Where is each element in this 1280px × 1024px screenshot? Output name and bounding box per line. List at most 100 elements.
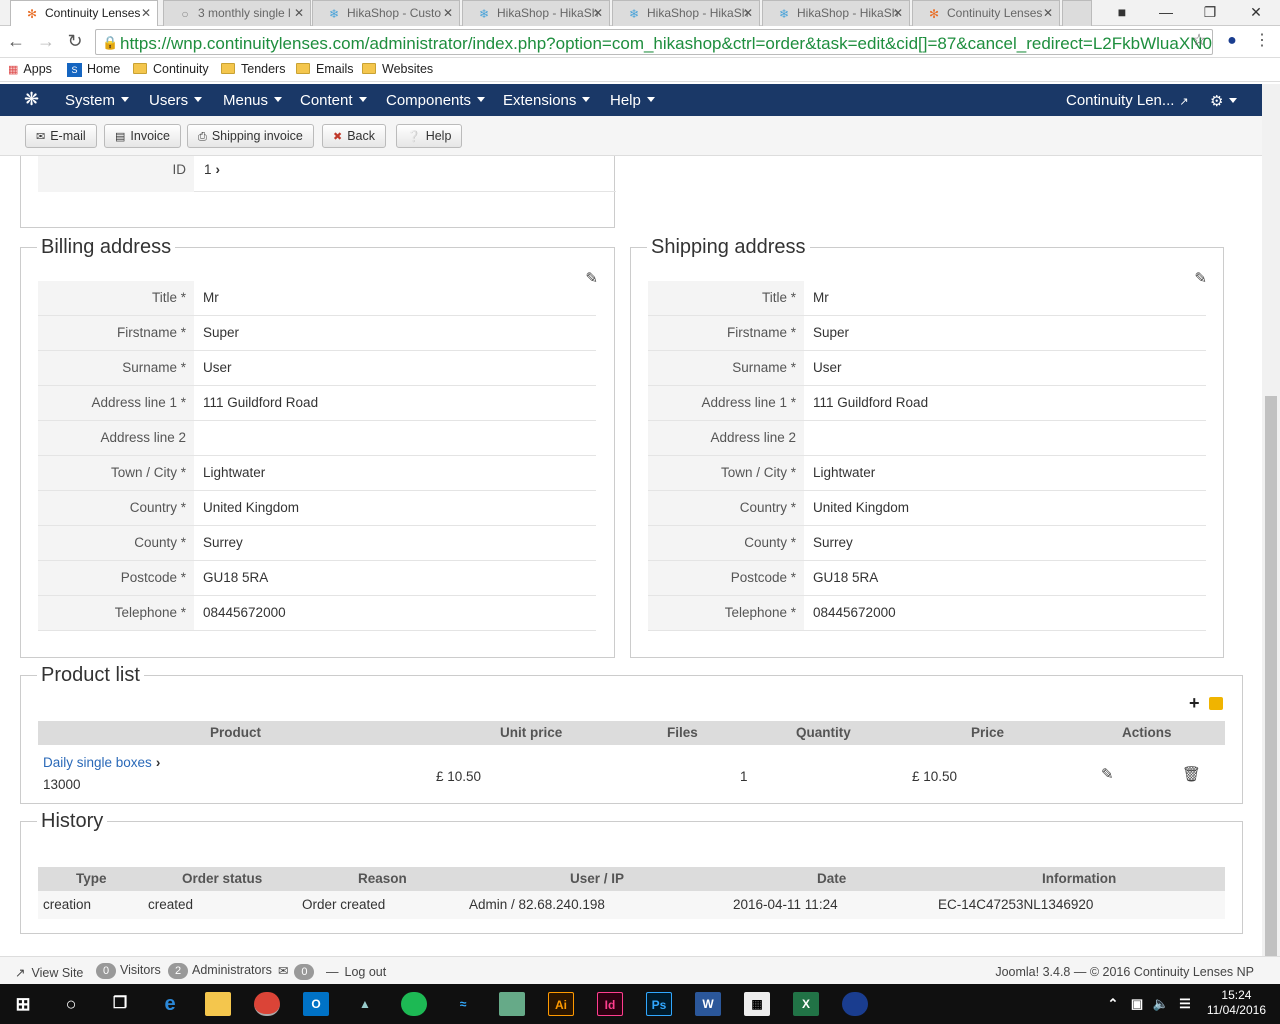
menu-users[interactable]: Users [149, 92, 203, 109]
field-value: 111 Guildford Road [813, 395, 929, 410]
back-arrow-icon[interactable]: ← [6, 31, 26, 51]
menu-components[interactable]: Components [386, 92, 486, 109]
search-circle-icon[interactable]: ○ [58, 992, 84, 1016]
bookmark-apps[interactable]: ▦ Apps [8, 62, 52, 76]
volume-icon[interactable]: 🔈 [1148, 992, 1174, 1016]
chrome-icon[interactable] [254, 992, 280, 1016]
star-icon[interactable]: ☆ [1189, 31, 1209, 51]
browser-tab[interactable]: ✻ Continuity Lenses ✕ [912, 0, 1060, 26]
bookmark-home[interactable]: S Home [67, 62, 120, 77]
site-name: Continuity Len... [1066, 92, 1175, 109]
windows-start-icon[interactable]: ⊞ [10, 992, 36, 1016]
bookmark-emails[interactable]: Emails [296, 62, 354, 76]
user-icon[interactable]: ■ [1100, 0, 1144, 26]
spotify-icon[interactable] [401, 992, 427, 1016]
reload-icon[interactable]: ↻ [65, 31, 85, 51]
media-app-icon[interactable] [842, 992, 868, 1016]
id-value-wrap[interactable]: 1 › [204, 162, 220, 177]
back-button[interactable]: ✖ Back [322, 124, 387, 148]
tab-title: 3 monthly single l [198, 6, 291, 20]
close-tab-icon[interactable]: ✕ [294, 6, 304, 20]
extension-icon[interactable]: ● [1222, 31, 1242, 51]
minimize-icon[interactable]: — [1144, 0, 1188, 26]
help-button[interactable]: ❔ Help [396, 124, 463, 148]
add-product-icon[interactable]: + [1189, 693, 1200, 714]
close-tab-icon[interactable]: ✕ [141, 6, 151, 20]
system-clock[interactable]: 15:24 11/04/2016 [1207, 988, 1266, 1018]
menu-menus[interactable]: Menus [223, 92, 283, 109]
url-input[interactable]: 🔒 https://wnp.continuitylenses.com/admin… [95, 29, 1213, 55]
browser-tab[interactable]: ❄ HikaShop - HikaSh ✕ [612, 0, 760, 26]
joomla-logo-icon[interactable]: ❋ [24, 89, 39, 110]
trash-icon[interactable]: 🗑 [1182, 765, 1201, 783]
minus-icon: — [326, 965, 339, 979]
bookmark-continuity[interactable]: Continuity [133, 62, 209, 76]
menu-icon[interactable]: ⋮ [1252, 31, 1272, 51]
caret-down-icon [121, 97, 130, 102]
view-site-link[interactable]: ↗ View Site [15, 965, 83, 980]
generic-app-icon[interactable]: ▲ [352, 992, 378, 1016]
menu-extensions[interactable]: Extensions [503, 92, 591, 109]
browser-tab[interactable]: ❄ HikaShop - HikaSh ✕ [462, 0, 610, 26]
excel-icon[interactable]: X [793, 992, 819, 1016]
outlook-icon[interactable]: O [303, 992, 329, 1016]
browser-tab[interactable]: ❄ HikaShop - Custo ✕ [312, 0, 460, 26]
product-name-link[interactable]: Daily single boxes [43, 755, 152, 770]
edge-icon[interactable]: e [157, 992, 183, 1016]
project-icon[interactable] [499, 992, 525, 1016]
restore-icon[interactable]: ❐ [1188, 0, 1232, 26]
menu-content[interactable]: Content [300, 92, 367, 109]
col-type: Type [76, 871, 107, 886]
close-tab-icon[interactable]: ✕ [893, 6, 903, 20]
history-fieldset: History Type Order status Reason User / … [20, 810, 1243, 934]
shipping-address-fieldset: Shipping address ✎ Title * Mr Firstname * S… [630, 236, 1224, 658]
menu-help[interactable]: Help [610, 92, 655, 109]
indesign-icon[interactable]: Id [597, 992, 623, 1016]
product-link-wrap[interactable]: Daily single boxes › [43, 755, 160, 770]
email-button[interactable]: ✉ E-mail [25, 124, 97, 148]
settings-dropdown[interactable]: ⚙ [1210, 92, 1238, 110]
bookmark-websites[interactable]: Websites [362, 62, 433, 76]
messages-indicator[interactable]: ✉ 0 [278, 963, 318, 980]
printer-icon: ⎙ [198, 131, 207, 143]
shipping-invoice-button[interactable]: ⎙ Shipping invoice [187, 124, 314, 148]
site-link[interactable]: Continuity Len... ↗ [1066, 92, 1189, 109]
tab-title: HikaShop - HikaSh [797, 6, 899, 20]
order-edit-content: ID 1 › Billing address ✎ Title * Mr Firstna… [0, 156, 1262, 956]
close-tab-icon[interactable]: ✕ [443, 6, 453, 20]
close-tab-icon[interactable]: ✕ [743, 6, 753, 20]
invoice-button[interactable]: ▤ Invoice [104, 124, 182, 148]
chevron-up-icon[interactable]: ⌃ [1100, 992, 1126, 1016]
tab-title: HikaShop - HikaSh [497, 6, 599, 20]
task-view-icon[interactable]: ❐ [107, 992, 133, 1016]
browser-tab[interactable]: ○ 3 monthly single l ✕ [163, 0, 311, 26]
admins-label: Administrators [192, 963, 272, 977]
close-tab-icon[interactable]: ✕ [593, 6, 603, 20]
field-label: Surname * [648, 351, 804, 385]
field-value: Lightwater [203, 465, 266, 480]
caret-down-icon [358, 97, 367, 102]
network-icon[interactable]: ▣ [1124, 992, 1150, 1016]
page-scrollbar[interactable] [1262, 84, 1280, 966]
new-tab-button[interactable] [1062, 0, 1092, 26]
browser-tab[interactable]: ❄ HikaShop - HikaSh ✕ [762, 0, 910, 26]
notification-icon[interactable]: ☰ [1172, 992, 1198, 1016]
browser-tab[interactable]: ✻ Continuity Lenses ✕ [10, 0, 158, 26]
unit-price-cell: £ 10.50 [436, 769, 482, 784]
word-icon[interactable]: W [695, 992, 721, 1016]
calculator-icon[interactable]: ▦ [744, 992, 770, 1016]
bookmark-tenders[interactable]: Tenders [221, 62, 285, 76]
close-window-icon[interactable]: ✕ [1234, 0, 1278, 26]
wifi-app-icon[interactable]: ≈ [450, 992, 476, 1016]
scrollbar-thumb[interactable] [1265, 396, 1277, 966]
product-browser-icon[interactable] [1209, 697, 1223, 710]
forward-arrow-icon[interactable]: → [36, 31, 56, 51]
file-explorer-icon[interactable] [205, 992, 231, 1016]
field-value: Mr [203, 290, 219, 305]
illustrator-icon[interactable]: Ai [548, 992, 574, 1016]
edit-product-pencil-icon[interactable]: ✎ [1101, 765, 1114, 783]
photoshop-icon[interactable]: Ps [646, 992, 672, 1016]
menu-system[interactable]: System [65, 92, 130, 109]
close-tab-icon[interactable]: ✕ [1043, 6, 1053, 20]
logout-link[interactable]: — Log out [326, 965, 386, 979]
